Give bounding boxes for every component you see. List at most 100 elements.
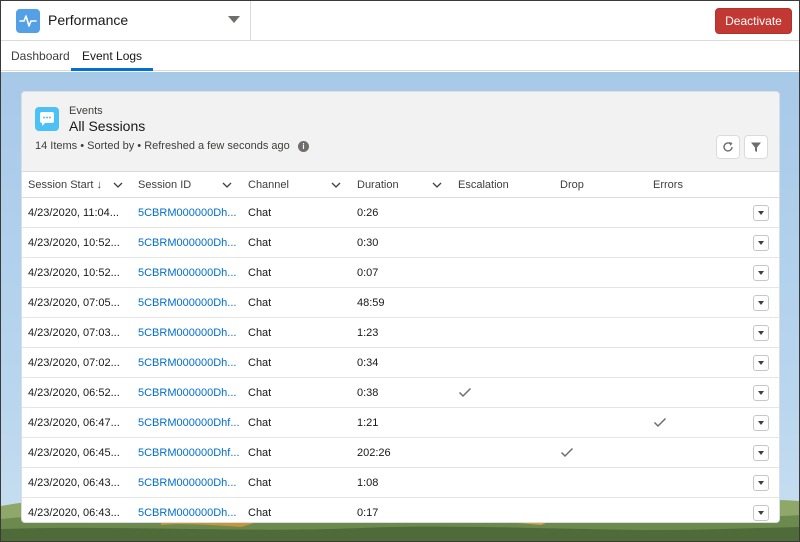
cell-duration: 1:23 [357,327,379,339]
cell-session-id-link[interactable]: 5CBRM000000Dh... [132,258,242,288]
cell-session-id-link[interactable]: 5CBRM000000Dh... [132,348,242,378]
global-header: Performance Deactivate [1,1,799,41]
cell-session-start: 4/23/2020, 07:03... [28,327,120,339]
tab-dashboard[interactable]: Dashboard [11,41,70,71]
column-header-drop[interactable]: Drop [554,172,647,198]
checkmark-icon [653,417,667,431]
tab-event-logs[interactable]: Event Logs [71,41,154,71]
chevron-down-icon[interactable] [113,181,123,189]
cell-session-start: 4/23/2020, 11:04... [28,207,119,219]
table-row[interactable]: 4/23/2020, 07:03... 5CBRM000000Dh... Chat 1… [22,318,779,348]
cell-duration: 48:59 [357,297,385,309]
chevron-down-icon[interactable] [432,181,442,189]
cell-session-id-link[interactable]: 5CBRM000000Dh... [132,468,242,498]
deactivate-button[interactable]: Deactivate [715,8,792,34]
cell-channel: Chat [248,207,272,219]
cell-session-start: 4/23/2020, 06:45... [28,447,120,459]
arrow-down-icon: ↓ [96,179,102,191]
row-actions-dropdown[interactable] [753,475,769,491]
cell-session-id-link[interactable]: 5CBRM000000Dhf... [132,408,242,438]
table-row[interactable]: 4/23/2020, 06:47... 5CBRM000000Dhf... Chat… [22,408,779,438]
cell-session-id-link[interactable]: 5CBRM000000Dh... [132,318,242,348]
column-label: Session Start [28,179,94,191]
app-window: Performance Deactivate Dashboard Event L… [0,0,800,542]
list-view-title[interactable]: All Sessions [69,118,145,134]
cell-duration: 0:38 [357,387,379,399]
table-row[interactable]: 4/23/2020, 07:05... 5CBRM000000Dh... Chat 4… [22,288,779,318]
chevron-down-icon[interactable] [331,181,341,189]
cell-channel: Chat [248,507,272,519]
cell-session-id-link[interactable]: 5CBRM000000Dh... [132,198,242,228]
row-actions-dropdown[interactable] [753,235,769,251]
row-actions-dropdown[interactable] [753,205,769,221]
cell-duration: 1:21 [357,417,379,429]
table-row[interactable]: 4/23/2020, 07:02... 5CBRM000000Dh... Chat 0… [22,348,779,378]
row-actions-dropdown[interactable] [753,445,769,461]
list-view-meta: 14 Items • Sorted by • Refreshed a few s… [35,140,290,152]
chat-bubble-icon [35,107,59,131]
cell-session-id-link[interactable]: 5CBRM000000Dh... [132,228,242,258]
cell-session-start: 4/23/2020, 06:43... [28,507,120,519]
cell-session-start: 4/23/2020, 07:02... [28,357,120,369]
row-actions-dropdown[interactable] [753,355,769,371]
row-actions-dropdown[interactable] [753,505,769,521]
table-row[interactable]: 4/23/2020, 06:52... 5CBRM000000Dh... Chat 0… [22,378,779,408]
cell-session-start: 4/23/2020, 06:43... [28,477,120,489]
chevron-down-icon[interactable] [222,181,232,189]
filter-icon [751,142,761,152]
cell-duration: 0:26 [357,207,379,219]
cell-session-start: 4/23/2020, 07:05... [28,297,120,309]
filter-button[interactable] [744,135,768,159]
cell-channel: Chat [248,237,272,249]
cell-session-id-link[interactable]: 5CBRM000000Dh... [132,288,242,318]
row-actions-dropdown[interactable] [753,385,769,401]
cell-duration: 202:26 [357,447,391,459]
cell-duration: 0:30 [357,237,379,249]
table-row[interactable]: 4/23/2020, 10:52... 5CBRM000000Dh... Chat 0… [22,258,779,288]
row-actions-dropdown[interactable] [753,415,769,431]
cell-channel: Chat [248,477,272,489]
row-actions-dropdown[interactable] [753,325,769,341]
cell-session-start: 4/23/2020, 10:52... [28,237,120,249]
list-view-header: Events All Sessions 14 Items • Sorted by… [22,92,779,172]
cell-session-id-link[interactable]: 5CBRM000000Dhf... [132,438,242,468]
cell-channel: Chat [248,447,272,459]
cell-channel: Chat [248,327,272,339]
cell-session-id-link[interactable]: 5CBRM000000Dh... [132,378,242,408]
row-actions-dropdown[interactable] [753,265,769,281]
app-name: Performance [48,12,129,28]
table-row[interactable]: 4/23/2020, 10:52... 5CBRM000000Dh... Chat 0… [22,228,779,258]
refresh-button[interactable] [716,135,740,159]
cell-channel: Chat [248,387,272,399]
tab-bar: Dashboard Event Logs [1,41,799,71]
column-header-escalation[interactable]: Escalation [452,172,554,198]
cell-channel: Chat [248,417,272,429]
cell-session-id-link[interactable]: 5CBRM000000Dh... [132,498,242,522]
cell-duration: 0:07 [357,267,379,279]
cell-channel: Chat [248,267,272,279]
chevron-down-icon[interactable] [228,16,240,23]
table-row[interactable]: 4/23/2020, 11:04... 5CBRM000000Dh... Chat 0… [22,198,779,228]
refresh-icon [723,142,733,152]
checkmark-icon [458,387,472,401]
app-picker[interactable]: Performance [1,1,251,40]
table-header: Session Start ↓ Session ID Channel Durat… [22,172,779,198]
cell-channel: Chat [248,297,272,309]
cell-duration: 0:34 [357,357,379,369]
table-row[interactable]: 4/23/2020, 06:45... 5CBRM000000Dhf... Chat… [22,438,779,468]
checkmark-icon [560,447,574,461]
cell-duration: 0:17 [357,507,379,519]
cell-session-start: 4/23/2020, 10:52... [28,267,120,279]
table-row[interactable]: 4/23/2020, 06:43... 5CBRM000000Dh... Chat 0… [22,498,779,522]
cell-session-start: 4/23/2020, 06:52... [28,387,120,399]
object-label: Events [69,105,103,117]
cell-session-start: 4/23/2020, 06:47... [28,417,120,429]
row-actions-dropdown[interactable] [753,295,769,311]
cell-duration: 1:08 [357,477,379,489]
info-icon[interactable]: i [298,141,309,152]
table-row[interactable]: 4/23/2020, 06:43... 5CBRM000000Dh... Chat 1… [22,468,779,498]
cell-channel: Chat [248,357,272,369]
list-view-card: Events All Sessions 14 Items • Sorted by… [21,91,780,523]
pulse-icon [16,9,40,33]
column-header-errors[interactable]: Errors [647,172,747,198]
